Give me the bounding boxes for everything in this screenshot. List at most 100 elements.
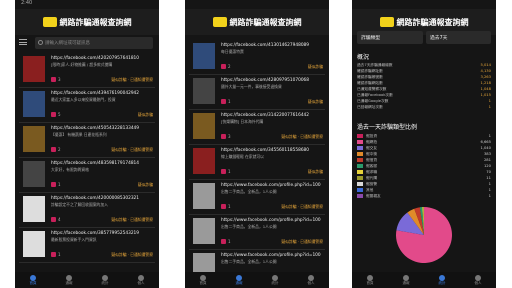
list-item[interactable]: https://www.facebook.com/profile.php?id=… (189, 215, 325, 250)
tab-profile[interactable]: 個人 (138, 274, 145, 286)
legend-label: 假中獎 (366, 151, 378, 156)
report-list: https://facebook.com/420207957641810 [限時… (19, 53, 155, 263)
app-bar: 網路詐騙通報查詢網 (15, 9, 159, 35)
tab-report[interactable]: 通報 (236, 274, 243, 286)
tab-home[interactable]: 首頁 (29, 274, 37, 286)
report-count: 1 (58, 252, 61, 257)
type-filter-select[interactable]: 詐騙類型 (357, 31, 423, 44)
bottom-tab-bar: 首頁 通報 統計 個人 (185, 272, 329, 288)
phone-screen-stats: 網路詐騙通報查詢網 詐騙類型 過去7天 概況 過去7天詐騙通報總數 5,014 確… (352, 0, 496, 288)
status-badge: 疑似詐騙 · 已通知遭警察 (111, 147, 153, 152)
tab-label: 首頁 (29, 280, 37, 285)
list-item[interactable]: https://facebook.com/385779952543219 最新股… (19, 228, 155, 263)
report-count: 1 (58, 182, 61, 187)
legend-swatch (357, 158, 363, 162)
tab-stats[interactable]: 統計 (102, 274, 109, 286)
report-count: 2 (228, 64, 231, 69)
chart-legend: 假投資 1 假網拍 6,665 假交友 1,040 假中獎 383 假借貸 281 假客服… (357, 133, 491, 199)
legend-swatch (357, 194, 363, 198)
tab-home[interactable]: 首頁 (367, 274, 374, 286)
legend-value: 6,665 (480, 140, 491, 144)
item-url: https://facebook.com/345560118558680 (221, 148, 310, 153)
item-url: https://facebook.com/483598179174814 (51, 161, 140, 166)
item-desc: 出售二手商品，全新品，1人公開 (221, 189, 277, 194)
legend-value: 383 (483, 152, 491, 156)
status-badge: 疑似詐騙 · 已通知遭警察 (281, 239, 323, 244)
legend-swatch (357, 134, 363, 138)
legend-swatch (357, 182, 363, 186)
list-item[interactable]: https://facebook.com/420207957641810 [限時… (19, 53, 155, 88)
report-count: 3 (228, 134, 231, 139)
overview-heading: 概況 (357, 54, 370, 61)
app-title: 網路詐騙通報查詢網 (229, 17, 302, 27)
legend-value: 281 (483, 158, 491, 162)
summary-label: 已回報網址次數 (357, 105, 383, 109)
item-url: https://facebook.com/428097951070068 (221, 78, 310, 83)
item-desc: [限時]家人-好物推薦 / 超多款式搶購 (51, 62, 113, 67)
post-thumbnail (193, 148, 215, 174)
summary-row: 已回報網址次數 1 (357, 105, 491, 111)
list-item[interactable]: https://www.facebook.com/profile.php?id=… (189, 180, 325, 215)
list-item[interactable]: https://facebook.com/428097951070068 國外大… (189, 75, 325, 110)
search-icon (38, 40, 43, 45)
item-desc: 出售二手商品，全新品，1人公開 (221, 259, 277, 264)
tab-stats[interactable]: 統計 (271, 274, 279, 286)
legend-label: 假客服 (366, 163, 378, 168)
list-item[interactable]: https://facebook.com/483598179174814 大家好… (19, 158, 155, 193)
period-filter-select[interactable]: 過去7天 (426, 31, 491, 44)
legend-value: 1 (488, 182, 491, 186)
status-badge: 疑似詐騙 · 已通知遭警察 (281, 204, 323, 209)
tab-home[interactable]: 首頁 (200, 274, 207, 286)
status-time: 2:40 (21, 0, 33, 6)
legend-label: 假網拍 (366, 139, 378, 144)
facebook-icon (221, 204, 226, 209)
facebook-icon (51, 147, 56, 152)
search-input[interactable]: 請輸入網址或可疑訊息 (35, 37, 153, 49)
list-item[interactable]: https://facebook.com/450543228133449 【優惠… (19, 123, 155, 158)
legend-label: 假求職 (366, 169, 378, 174)
legend-swatch (357, 152, 363, 156)
tab-stats[interactable]: 統計 (439, 274, 446, 286)
app-title: 網路詐騙通報查詢網 (396, 17, 469, 27)
item-url: https://www.facebook.com/profile.php?id=… (221, 218, 321, 223)
legend-label: 假投資 (366, 133, 378, 138)
item-desc: 最新股票投資新手入門資訊 (51, 237, 97, 242)
legend-label: 假代購 (366, 175, 378, 180)
tab-profile[interactable]: 個人 (474, 274, 482, 286)
tab-profile[interactable]: 個人 (308, 274, 315, 286)
avatar (193, 183, 215, 209)
item-url: https://www.facebook.com/profile.php?id=… (221, 183, 321, 188)
facebook-icon (221, 239, 226, 244)
summary-value: 1 (488, 105, 491, 109)
item-url: https://facebook.com/385779952543219 (51, 231, 140, 236)
menu-icon[interactable] (19, 39, 27, 45)
legend-label: 假交友 (366, 145, 378, 150)
tab-label: 個人 (474, 280, 482, 285)
item-desc: 線上賺錢輕鬆 在家就可以 (221, 154, 264, 159)
app-logo (42, 17, 57, 27)
facebook-icon (221, 134, 226, 139)
legend-value: 11 (486, 176, 491, 180)
legend-label: 假冒親友 (366, 193, 381, 198)
list-item[interactable]: https://facebook.com/413014627948089 每日優… (189, 40, 325, 75)
phone-screen-list: 網路詐騙通報查詢網 https://facebook.com/413014627… (185, 0, 329, 288)
app-logo (379, 17, 394, 27)
tab-label: 統計 (271, 280, 279, 285)
tab-report[interactable]: 通報 (66, 274, 73, 286)
avatar (193, 218, 215, 244)
app-title: 網路詐騙通報查詢網 (59, 17, 132, 27)
list-item[interactable]: https://facebook.com/314220077616442 [快樂… (189, 110, 325, 145)
item-url: https://www.facebook.com/profile.php?id=… (221, 253, 321, 258)
list-item[interactable]: https://facebook.com/420000085302321 詐騙設… (19, 193, 155, 228)
legend-swatch (357, 146, 363, 150)
tab-report[interactable]: 通報 (403, 274, 410, 286)
post-thumbnail (193, 78, 215, 104)
app-bar: 網路詐騙通報查詢網 (185, 9, 329, 35)
report-count: 2 (58, 147, 61, 152)
facebook-icon (51, 217, 56, 222)
item-url: https://facebook.com/413014627948089 (221, 43, 310, 48)
list-item[interactable]: https://facebook.com/345560118558680 線上賺… (189, 145, 325, 180)
list-item[interactable]: https://facebook.com/439476190042942 最近大… (19, 88, 155, 123)
type-pie-chart (396, 207, 452, 263)
ratio-heading: 過去一天詐騙類型比例 (357, 124, 418, 131)
